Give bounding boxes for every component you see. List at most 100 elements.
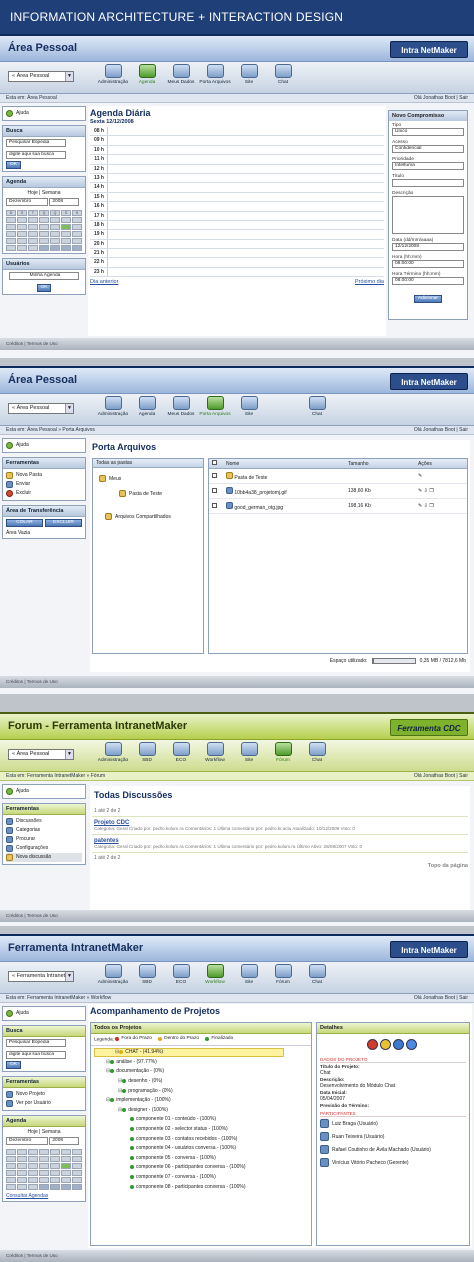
file-name[interactable]: Pasta de Teste xyxy=(234,475,267,481)
hour-row[interactable]: 20 h xyxy=(90,239,384,250)
tree-node[interactable]: componente 04 - usuários conversa - (100… xyxy=(94,1143,308,1153)
tree-node[interactable]: ⊟ programação - (0%) xyxy=(94,1086,308,1096)
toolbar-eco[interactable]: ECO xyxy=(164,742,198,771)
year-select[interactable]: 2008 xyxy=(49,1137,80,1145)
help-link[interactable]: Ajuda xyxy=(16,1009,29,1018)
toolbar-admin[interactable]: Administração xyxy=(96,742,130,771)
row-checkbox[interactable] xyxy=(212,502,217,508)
mini-calendar[interactable] xyxy=(6,1149,82,1190)
paste-button[interactable]: COLAR xyxy=(6,519,43,527)
toolbar-site[interactable]: Site xyxy=(232,742,266,771)
select-all-checkbox[interactable] xyxy=(212,460,217,465)
area-select[interactable]: « Área Pessoal ▼ xyxy=(8,403,74,414)
hour-slot[interactable] xyxy=(108,240,384,248)
area-select[interactable]: « Área Pessoal ▼ xyxy=(8,71,74,82)
toolbar-admin[interactable]: Administração xyxy=(96,64,130,93)
discussions-link[interactable]: Discussões xyxy=(6,817,82,826)
participant[interactable]: Ruan Teixeira (Usuário) xyxy=(320,1130,466,1143)
new-project-button[interactable]: Novo Projeto xyxy=(6,1090,82,1099)
today-cell[interactable] xyxy=(61,1163,71,1169)
hour-slot[interactable] xyxy=(108,249,384,257)
consult-agendas-link[interactable]: Consultar Agendas xyxy=(6,1193,82,1199)
hora-inicio-select[interactable]: 08:00:00 xyxy=(392,260,464,268)
search-input[interactable]: digite aqui sua busca xyxy=(6,151,66,159)
edit-icon[interactable]: ✎ xyxy=(418,488,422,494)
settings-link[interactable]: Configurações xyxy=(6,844,82,853)
clear-button[interactable]: EXCLUIR xyxy=(45,519,82,527)
search-input[interactable]: digite aqui sua busca xyxy=(6,1051,66,1059)
tree-node[interactable]: componente 06 - participantes conversa -… xyxy=(94,1163,308,1173)
hour-row[interactable]: 13 h xyxy=(90,173,384,184)
toolbar-site[interactable]: Site xyxy=(232,64,266,93)
add-appointment-button[interactable]: Adicionar xyxy=(414,295,442,303)
new-folder-button[interactable]: Nova Pasta xyxy=(6,471,82,480)
hour-slot[interactable] xyxy=(108,212,384,220)
hour-row[interactable]: 17 h xyxy=(90,211,384,221)
add-task-icon[interactable] xyxy=(393,1039,404,1050)
table-row[interactable]: 10bb4a38_projetomj.gif 138,60 Kb ✎ ⇩ ❐ xyxy=(209,483,467,499)
toolbar-chat[interactable]: Chat xyxy=(266,64,300,93)
toolbar-admin[interactable]: Administração xyxy=(96,964,130,993)
toolbar-forum[interactable]: Fórum xyxy=(266,964,300,993)
help-box[interactable]: Ajuda xyxy=(2,784,86,799)
edit-icon[interactable]: ✎ xyxy=(418,473,422,479)
hour-grid[interactable]: 08 h 09 h 10 h 11 h 12 h 13 h 14 h 15 h 16 h 17 h… xyxy=(90,127,384,278)
toolbar-admin[interactable]: Administração xyxy=(96,396,130,425)
agenda-tabs[interactable]: Hoje | Semana xyxy=(6,1129,82,1135)
participant[interactable]: Vinícius Vitório Pacheco (Gerente) xyxy=(320,1156,466,1169)
hour-slot[interactable] xyxy=(108,165,384,173)
search-scope-select[interactable]: Pesquisar Bópedia xyxy=(6,1039,66,1047)
hour-slot[interactable] xyxy=(108,258,384,266)
users-ok-button[interactable]: OK xyxy=(36,284,52,292)
toolbar-chat[interactable]: Chat xyxy=(300,964,334,993)
hora-fim-select[interactable]: 08:00:00 xyxy=(392,277,464,285)
tree-node[interactable]: ⊟ análise - (97.77%) xyxy=(94,1057,308,1067)
categories-link[interactable]: Categorias xyxy=(6,826,82,835)
hour-slot[interactable] xyxy=(108,183,384,191)
discussion-item[interactable]: patentes Categoria: Geral Criado por: ped… xyxy=(92,835,468,853)
footer[interactable]: Créditos | Termos de Uso xyxy=(0,910,474,922)
col-size[interactable]: Tamanho xyxy=(345,459,415,469)
acesso-select[interactable]: Confidencial xyxy=(392,145,464,153)
help-link[interactable]: Ajuda xyxy=(16,787,29,796)
tree-folder[interactable]: Arquivos Compartilhados xyxy=(105,512,203,521)
toolbar-porta-arquivos[interactable]: Porta Arquivos xyxy=(198,396,232,425)
hour-slot[interactable] xyxy=(108,221,384,229)
prev-day-link[interactable]: Dia anterior xyxy=(90,279,118,285)
file-name[interactable]: good_german_otg.jpg xyxy=(234,505,283,511)
hour-slot[interactable] xyxy=(108,136,384,144)
descricao-textarea[interactable] xyxy=(392,196,464,234)
new-discussion-button[interactable]: Nova discussão xyxy=(6,853,82,862)
toolbar-meus-dados[interactable]: Meus Dados xyxy=(164,64,198,93)
tree-node[interactable]: ⊟ documentação - (0%) xyxy=(94,1067,308,1077)
toolbar-chat[interactable]: Chat xyxy=(300,742,334,771)
hour-row[interactable]: 09 h xyxy=(90,136,384,146)
month-select[interactable]: Dezembro xyxy=(6,1137,48,1145)
tree-node[interactable]: ⊟ CHAT - (41.94%) xyxy=(94,1047,284,1058)
help-link[interactable]: Ajuda xyxy=(16,109,29,118)
view-by-user-button[interactable]: Ver por Usuário xyxy=(6,1099,82,1108)
share-project-icon[interactable] xyxy=(406,1039,417,1050)
hour-row[interactable]: 23 h xyxy=(90,267,384,278)
table-row[interactable]: good_german_otg.jpg 198,16 Kb ✎ ⇩ ❐ xyxy=(209,498,467,514)
hour-row[interactable]: 15 h xyxy=(90,192,384,203)
toolbar-porta-arquivos[interactable]: Porta Arquivos xyxy=(198,64,232,93)
prioridade-select[interactable]: Intelfuma xyxy=(392,162,464,170)
copy-icon[interactable]: ❐ xyxy=(429,503,433,509)
year-select[interactable]: 2008 xyxy=(49,198,80,206)
toolbar-workflow[interactable]: Workflow xyxy=(198,964,232,993)
user-greeting[interactable]: Olá Jonathas Boot | Sair xyxy=(414,426,468,435)
hour-row[interactable]: 16 h xyxy=(90,202,384,212)
toolbar-eco[interactable]: ECO xyxy=(164,964,198,993)
mini-calendar[interactable]: DSTQQSS xyxy=(6,210,82,251)
tree-node[interactable]: componente 07 - conversa - (100%) xyxy=(94,1172,308,1182)
footer[interactable]: Créditos | Termos de Uso xyxy=(0,676,474,688)
hour-slot[interactable] xyxy=(108,230,384,238)
search-scope-select[interactable]: Pesquisar Bópedia xyxy=(6,139,66,147)
hour-row[interactable]: 21 h xyxy=(90,249,384,259)
toolbar-agenda[interactable]: Agenda xyxy=(130,64,164,93)
hour-row[interactable]: 10 h xyxy=(90,145,384,156)
discussion-item[interactable]: Projeto CDC Categoria: Geral Criado por: … xyxy=(92,817,468,835)
table-row[interactable]: Pasta de Teste ✎ xyxy=(209,468,467,484)
search-link[interactable]: Procurar xyxy=(6,835,82,844)
